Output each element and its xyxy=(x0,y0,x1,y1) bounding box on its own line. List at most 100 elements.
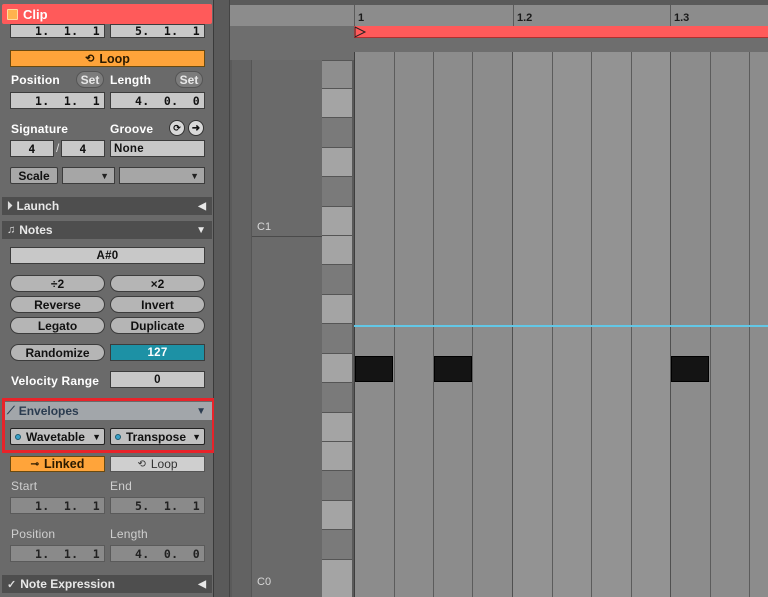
collapse-left-icon: ◀ xyxy=(198,578,206,590)
white-key[interactable] xyxy=(322,559,352,597)
black-key[interactable] xyxy=(322,177,352,206)
note-expression-section-header[interactable]: ✓ Note Expression ◀ xyxy=(2,575,212,593)
half-time-button[interactable]: ÷2 xyxy=(10,275,105,292)
env-position-field[interactable]: 1. 1. 1 xyxy=(10,545,105,562)
ruler-tick xyxy=(513,5,514,26)
env-position-label: Position xyxy=(11,527,56,541)
env-length-field[interactable]: 4. 0. 0 xyxy=(110,545,205,562)
piano-roll: 1 1.2 1.3 C1 C0 xyxy=(214,0,768,597)
velocity-range-field[interactable]: 0 xyxy=(110,371,205,388)
loop-brace[interactable] xyxy=(354,26,768,38)
clip-view-panel: Clip 1. 1. 1 5. 1. 1 ⟲ Loop Position Set… xyxy=(0,0,215,597)
white-key[interactable] xyxy=(322,294,352,324)
black-key[interactable] xyxy=(322,383,352,412)
black-key[interactable] xyxy=(322,118,352,147)
invert-button[interactable]: Invert xyxy=(110,296,205,313)
legato-button[interactable]: Legato xyxy=(10,317,105,334)
clip-title-bar[interactable]: Clip xyxy=(2,4,212,24)
reverse-button[interactable]: Reverse xyxy=(10,296,105,313)
length-field[interactable]: 4. 0. 0 xyxy=(110,92,205,109)
launch-title: Launch xyxy=(16,199,60,213)
roll-scroll-gutter[interactable] xyxy=(214,0,230,597)
loop-icon: ⟲ xyxy=(137,458,146,470)
launch-section-header[interactable]: ⏵ Launch ◀ xyxy=(2,197,212,215)
white-key[interactable] xyxy=(322,500,352,530)
timeline-ruler[interactable]: 1 1.2 1.3 xyxy=(230,5,768,26)
length-label: Length xyxy=(110,73,152,87)
chevron-down-icon: ▼ xyxy=(100,170,109,181)
loop-icon: ⟲ xyxy=(85,53,95,65)
scale-button[interactable]: Scale xyxy=(10,167,58,184)
midi-note[interactable] xyxy=(671,356,709,382)
midi-note[interactable] xyxy=(355,356,393,382)
key-label-c0: C0 xyxy=(257,576,272,588)
music-note-icon: ♫ xyxy=(7,224,16,236)
linked-label: Linked xyxy=(44,457,85,471)
pitch-field[interactable]: A#0 xyxy=(10,247,205,264)
ruler-left-blank xyxy=(230,26,354,60)
black-key[interactable] xyxy=(322,471,352,500)
signature-denominator-field[interactable]: 4 xyxy=(61,140,105,157)
env-end-field[interactable]: 5. 1. 1 xyxy=(110,497,205,514)
signature-label: Signature xyxy=(11,122,69,136)
double-time-button[interactable]: ×2 xyxy=(110,275,205,292)
launch-icon: ⏵ xyxy=(7,199,13,212)
linked-button[interactable]: ⊸ Linked xyxy=(10,456,105,472)
groove-field[interactable]: None xyxy=(110,140,205,157)
collapse-left-icon: ◀ xyxy=(198,200,206,212)
position-label: Position xyxy=(11,73,60,87)
black-key[interactable] xyxy=(322,324,352,353)
note-expression-title: Note Expression xyxy=(20,577,115,591)
white-key[interactable] xyxy=(322,147,352,177)
midi-note[interactable] xyxy=(434,356,472,382)
start-marker-row[interactable] xyxy=(354,38,768,52)
scale-root-dropdown[interactable]: ▼ xyxy=(62,167,115,184)
white-key[interactable] xyxy=(322,442,352,471)
groove-hot-swap-icon[interactable]: ⟳ xyxy=(169,120,185,136)
black-key[interactable] xyxy=(322,265,352,294)
highlight-box xyxy=(2,398,215,453)
notes-title: Notes xyxy=(19,223,53,237)
envelope-loop-label: Loop xyxy=(150,457,178,471)
white-key[interactable] xyxy=(322,412,352,442)
note-expression-icon: ✓ xyxy=(7,578,17,591)
white-key[interactable] xyxy=(322,88,352,118)
envelope-loop-button[interactable]: ⟲ Loop xyxy=(110,456,205,472)
randomize-button[interactable]: Randomize xyxy=(10,344,105,361)
piano-keys[interactable] xyxy=(322,60,352,597)
black-key[interactable] xyxy=(322,530,352,559)
ruler-label-1: 1 xyxy=(358,12,365,24)
loop-end-field[interactable]: 5. 1. 1 xyxy=(110,24,205,38)
groove-label: Groove xyxy=(110,122,154,136)
position-field[interactable]: 1. 1. 1 xyxy=(10,92,105,109)
piano-keyboard-area[interactable]: C1 C0 xyxy=(232,60,352,597)
env-start-field[interactable]: 1. 1. 1 xyxy=(10,497,105,514)
white-key[interactable] xyxy=(322,236,352,265)
notes-section-header[interactable]: ♫ Notes ▼ xyxy=(2,221,212,239)
clip-title: Clip xyxy=(23,6,48,22)
signature-numerator-field[interactable]: 4 xyxy=(10,140,54,157)
chevron-down-icon: ▼ xyxy=(190,170,199,181)
position-set-button[interactable]: Set xyxy=(76,71,104,88)
white-key[interactable] xyxy=(322,206,352,236)
envelope-line[interactable] xyxy=(354,325,768,327)
groove-commit-icon[interactable]: ➜ xyxy=(188,120,204,136)
signature-slash: / xyxy=(56,141,60,155)
length-set-button[interactable]: Set xyxy=(175,71,203,88)
octave-divider xyxy=(252,236,322,237)
velocity-range-label: Velocity Range xyxy=(11,374,100,388)
loop-start-field[interactable]: 1. 1. 1 xyxy=(10,24,105,38)
key-label-c1: C1 xyxy=(257,221,272,233)
env-start-label: Start xyxy=(11,479,38,493)
ruler-label-1-3: 1.3 xyxy=(674,12,690,24)
note-grid[interactable] xyxy=(354,52,768,597)
duplicate-button[interactable]: Duplicate xyxy=(110,317,205,334)
loop-button[interactable]: ⟲ Loop xyxy=(10,50,205,67)
env-end-label: End xyxy=(110,479,132,493)
scale-name-dropdown[interactable]: ▼ xyxy=(119,167,205,184)
clip-activator-checkbox[interactable] xyxy=(7,8,18,20)
randomize-amount-field[interactable]: 127 xyxy=(110,344,205,361)
link-icon: ⊸ xyxy=(30,458,40,470)
white-key[interactable] xyxy=(322,353,352,383)
ruler-tick xyxy=(354,5,355,26)
